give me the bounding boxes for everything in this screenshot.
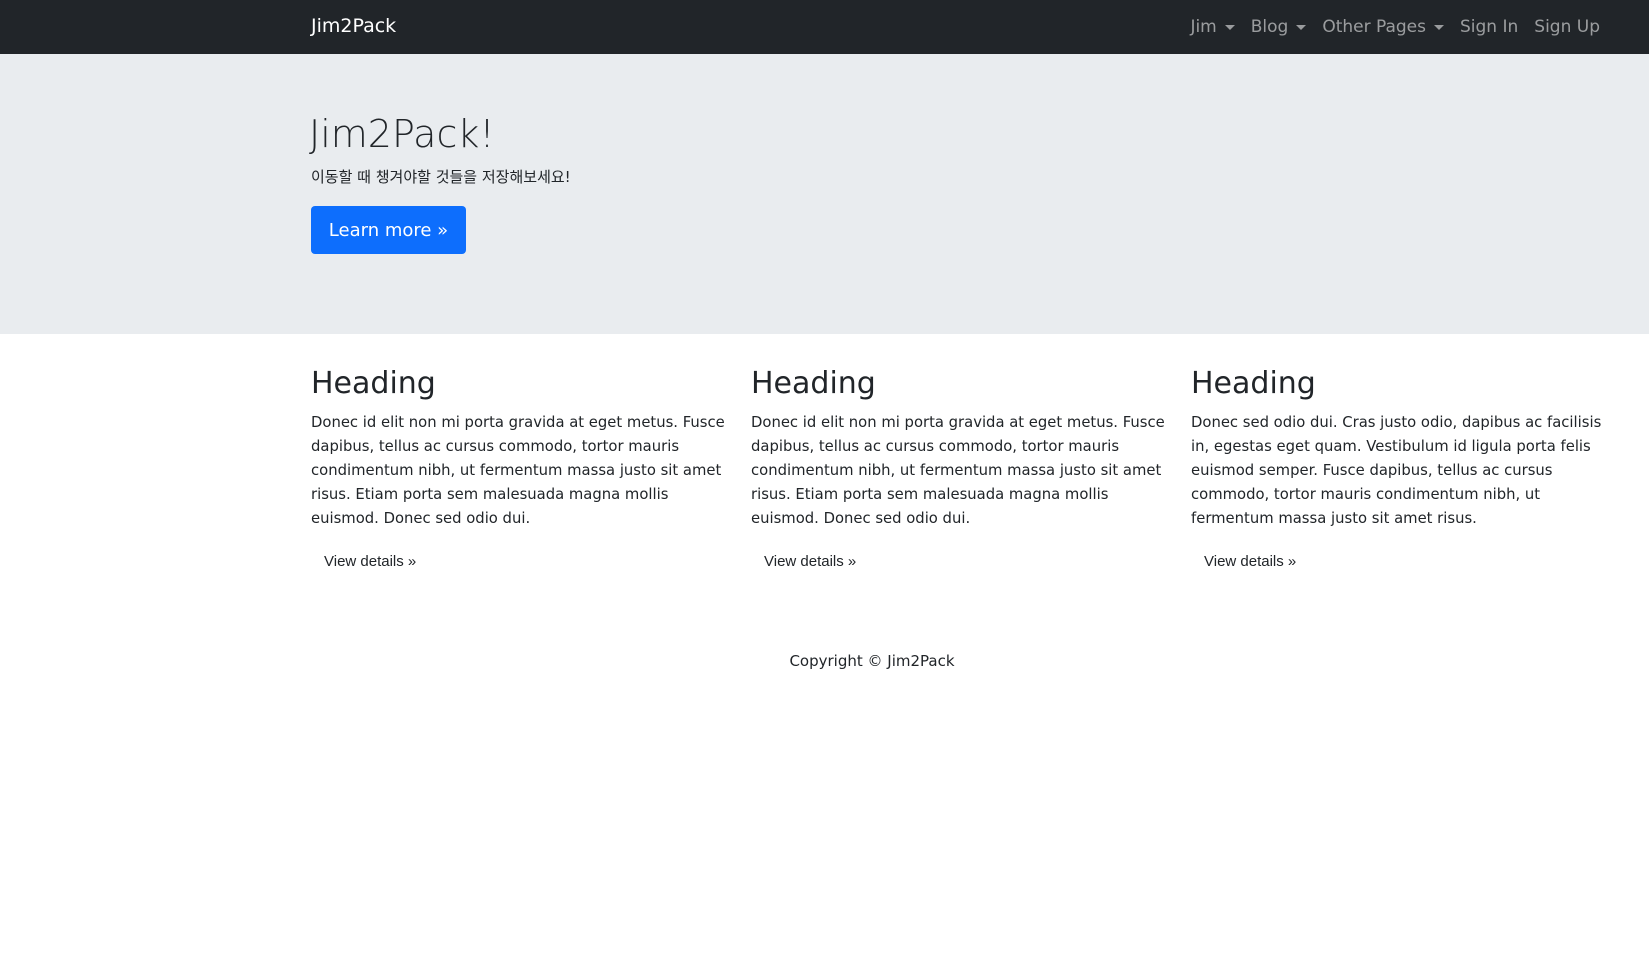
column-heading: Heading (1191, 366, 1316, 401)
content-column-2: Heading Donec id elit non mi porta gravi… (751, 366, 1166, 576)
caret-down-icon (1224, 24, 1235, 30)
nav-item-jim-dropdown[interactable]: Jim (1190, 17, 1235, 37)
view-details-button[interactable]: View details » (311, 547, 429, 576)
top-navbar: Jim2Pack Jim Blog Other Pages Sign In Si… (0, 0, 1649, 54)
column-heading: Heading (751, 366, 876, 401)
column-heading: Heading (311, 366, 436, 401)
content-column-1: Heading Donec id elit non mi porta gravi… (311, 366, 726, 576)
view-details-button[interactable]: View details » (1191, 547, 1309, 576)
caret-down-icon (1296, 24, 1307, 30)
view-details-button[interactable]: View details » (751, 547, 869, 576)
nav-item-label: Blog (1250, 17, 1289, 37)
nav-item-label: Sign In (1460, 17, 1519, 37)
nav-item-label: Jim (1190, 17, 1217, 37)
caret-down-icon (1434, 24, 1444, 30)
nav-item-label: Other Pages (1322, 17, 1426, 37)
nav-item-sign-in[interactable]: Sign In (1460, 17, 1518, 37)
column-text: Donec sed odio dui. Cras justo odio, dap… (1191, 414, 1602, 527)
nav-item-other-pages-dropdown[interactable]: Other Pages (1322, 17, 1444, 37)
nav-item-blog-dropdown[interactable]: Blog (1251, 17, 1307, 37)
brand-link[interactable]: Jim2Pack (311, 15, 396, 37)
copyright-text: Copyright © Jim2Pack (789, 652, 955, 670)
jumbotron-title: Jim2Pack! (309, 112, 495, 156)
nav-item-label: Sign Up (1534, 17, 1600, 37)
content-column-3: Heading Donec sed odio dui. Cras justo o… (1191, 366, 1606, 576)
jumbotron: Jim2Pack! 이동할 때 챙겨야할 것들을 저장해보세요! Learn m… (0, 54, 1649, 334)
column-text: Donec id elit non mi porta gravida at eg… (311, 414, 725, 527)
jumbotron-subtitle: 이동할 때 챙겨야할 것들을 저장해보세요! (311, 168, 571, 186)
column-text: Donec id elit non mi porta gravida at eg… (751, 414, 1165, 527)
nav-item-sign-up[interactable]: Sign Up (1534, 17, 1600, 37)
nav-menu: Jim Blog Other Pages Sign In Sign Up (1190, 0, 1600, 54)
learn-more-button[interactable]: Learn more » (311, 206, 466, 254)
footer: Copyright © Jim2Pack (0, 652, 1649, 670)
